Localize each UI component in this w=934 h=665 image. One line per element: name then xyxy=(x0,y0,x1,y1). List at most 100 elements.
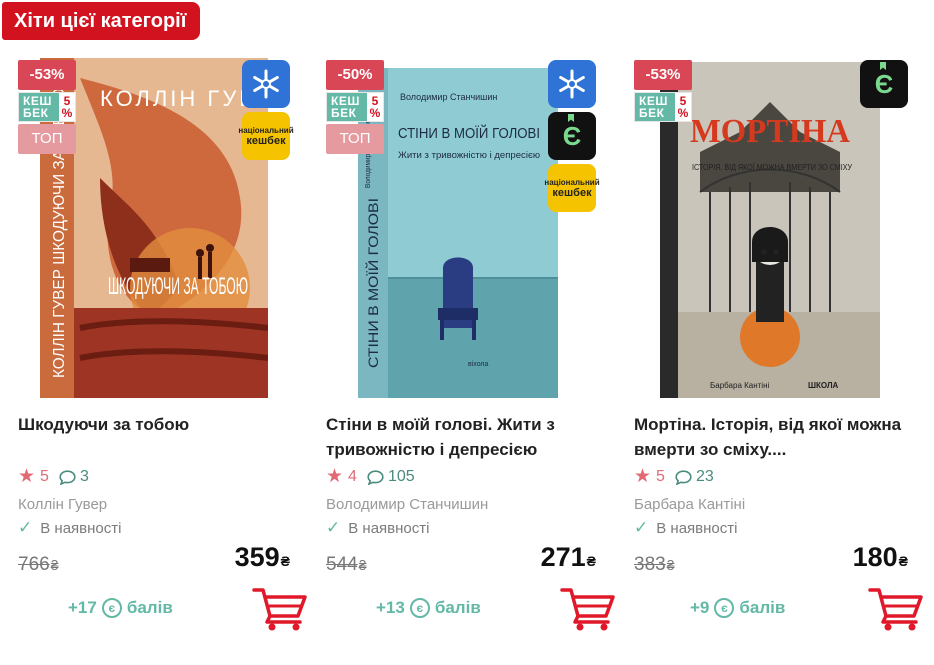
product-card[interactable]: Володимир Станчишин СТІНИ В МОЇЙ ГОЛОВІ … xyxy=(326,58,616,658)
availability: ✓ В наявності xyxy=(18,518,121,538)
old-price-value: 766 xyxy=(18,554,50,575)
cashback-label: КЕШ БЕК xyxy=(19,93,59,121)
monobank-symbol: Є xyxy=(562,120,582,151)
monobank-icon: Є xyxy=(860,60,908,108)
currency-sign: ₴ xyxy=(280,553,290,569)
cover-author-text: Барбара Кантіні xyxy=(710,381,770,390)
product-card[interactable]: КОЛЛІН ГУВЕР ШКОДУЮЧИ ЗА ТОБОЮ КОЛЛІН ГУ… xyxy=(18,58,308,658)
nk-line2: кешбек xyxy=(552,186,592,199)
check-icon: ✓ xyxy=(634,518,649,537)
current-price: 359₴ xyxy=(235,542,290,573)
bonus-amount: +9 xyxy=(690,598,710,617)
cover-publisher-text: ШКОЛА xyxy=(808,381,839,390)
discount-badge: -53% xyxy=(634,60,692,90)
current-price: 180₴ xyxy=(853,542,908,573)
cart-icon[interactable] xyxy=(868,586,924,632)
old-price: 544₴ xyxy=(326,554,367,576)
bonus-points: +13 є балів xyxy=(376,598,481,618)
snowflake-icon xyxy=(242,60,290,108)
bonus-coin-icon: є xyxy=(101,598,122,618)
discount-badge: -50% xyxy=(326,60,384,90)
cover-publisher-text: віхола xyxy=(468,360,489,368)
star-icon: ★ xyxy=(18,466,36,487)
bonus-amount: +17 xyxy=(68,598,97,617)
product-meta: ★ 5 23 xyxy=(634,467,714,487)
cashback-badge: КЕШ БЕК 5 % xyxy=(326,92,384,122)
comments-count[interactable]: 3 xyxy=(80,468,89,486)
nk-line1: національний xyxy=(544,177,600,187)
currency-sign: ₴ xyxy=(50,557,59,573)
availability-label: В наявності xyxy=(348,519,430,537)
monobank-symbol: Є xyxy=(874,68,894,99)
current-price: 271₴ xyxy=(541,542,596,573)
star-icon: ★ xyxy=(634,466,652,487)
product-title[interactable]: Мортіна. Історія, від якої можна вмерти … xyxy=(634,412,920,462)
currency-sign: ₴ xyxy=(898,553,908,569)
bonus-points: +9 є балів xyxy=(690,598,785,618)
cashback-label: КЕШ БЕК xyxy=(327,93,367,121)
top-badge: ТОП xyxy=(18,124,76,154)
availability-label: В наявності xyxy=(40,519,122,537)
cover-title-text: ШКОДУЮЧИ ЗА ТОБОЮ xyxy=(108,273,248,300)
comments-count[interactable]: 23 xyxy=(696,468,714,486)
rating-value: 5 xyxy=(40,468,49,485)
payment-badges: Є xyxy=(860,60,908,108)
product-card[interactable]: МОРТІНА ІСТОРІЯ, ВІД ЯКОЇ МОЖНА ВМЕРТИ З… xyxy=(634,58,924,658)
bonus-points: +17 є балів xyxy=(68,598,173,618)
cashback-percent: 5 % xyxy=(61,94,73,120)
bonus-coin-icon: є xyxy=(714,598,735,618)
top-badge: ТОП xyxy=(326,124,384,154)
product-title[interactable]: Шкодуючи за тобою xyxy=(18,412,304,437)
cart-icon[interactable] xyxy=(560,586,616,632)
product-title[interactable]: Стіни в моїй голові. Жити з тривожністю … xyxy=(326,412,612,462)
bonus-label: балів xyxy=(739,598,786,617)
comment-icon xyxy=(675,469,692,485)
bonus-label: балів xyxy=(126,598,173,617)
national-cashback-icon: національний кешбек xyxy=(238,112,294,160)
cover-spine-text: СТІНИ В МОЇЙ ГОЛОВІ xyxy=(364,198,381,368)
bonus-coin-icon: є xyxy=(409,598,430,618)
payment-badges: Є національний кешбек xyxy=(544,60,600,212)
comment-icon xyxy=(367,469,384,485)
availability: ✓ В наявності xyxy=(326,518,429,538)
cart-icon[interactable] xyxy=(252,586,308,632)
product-author[interactable]: Барбара Кантіні xyxy=(634,496,745,513)
check-icon: ✓ xyxy=(18,518,33,537)
cover-subtitle-text: ІСТОРІЯ, ВІД ЯКОЇ МОЖНА ВМЕРТИ ЗО СМІХУ xyxy=(692,163,853,172)
rating-value: 4 xyxy=(348,468,357,485)
price-value: 271 xyxy=(540,542,586,572)
currency-sign: ₴ xyxy=(666,557,675,573)
currency-sign: ₴ xyxy=(358,557,367,573)
snowflake-icon xyxy=(548,60,596,108)
availability: ✓ В наявності xyxy=(634,518,737,538)
product-author[interactable]: Володимир Станчишин xyxy=(326,496,488,513)
book-cover[interactable]: Володимир Станчишин СТІНИ В МОЇЙ ГОЛОВІ … xyxy=(358,68,558,398)
nk-line1: національний xyxy=(238,125,294,135)
comment-icon xyxy=(59,469,76,485)
check-icon: ✓ xyxy=(326,518,341,537)
rating-value: 5 xyxy=(656,468,665,485)
payment-badges: національний кешбек xyxy=(238,60,294,160)
cashback-badge: КЕШ БЕК 5 % xyxy=(18,92,76,122)
discount-badge: -53% xyxy=(18,60,76,90)
price-value: 180 xyxy=(852,542,898,572)
product-author[interactable]: Коллін Гувер xyxy=(18,496,107,513)
cover-title-text: СТІНИ В МОЇЙ ГОЛОВІ xyxy=(398,124,540,142)
availability-label: В наявності xyxy=(656,519,738,537)
cover-subtitle-text: Жити з тривожністю і депресією xyxy=(398,150,540,160)
cashback-percent: 5 % xyxy=(369,94,381,120)
section-title: Хіти цієї категорії xyxy=(2,2,201,40)
old-price: 383₴ xyxy=(634,554,675,576)
national-cashback-icon: національний кешбек xyxy=(544,164,600,212)
monobank-icon: Є xyxy=(548,112,596,160)
old-price-value: 544 xyxy=(326,554,358,575)
star-icon: ★ xyxy=(326,466,344,487)
bonus-label: балів xyxy=(434,598,481,617)
bonus-amount: +13 xyxy=(376,598,405,617)
old-price-value: 383 xyxy=(634,554,666,575)
currency-sign: ₴ xyxy=(586,553,596,569)
book-cover[interactable]: МОРТІНА ІСТОРІЯ, ВІД ЯКОЇ МОЖНА ВМЕРТИ З… xyxy=(660,62,880,398)
comments-count[interactable]: 105 xyxy=(388,468,415,486)
product-meta: ★ 4 105 xyxy=(326,467,415,487)
cashback-percent: 5 % xyxy=(677,94,689,120)
